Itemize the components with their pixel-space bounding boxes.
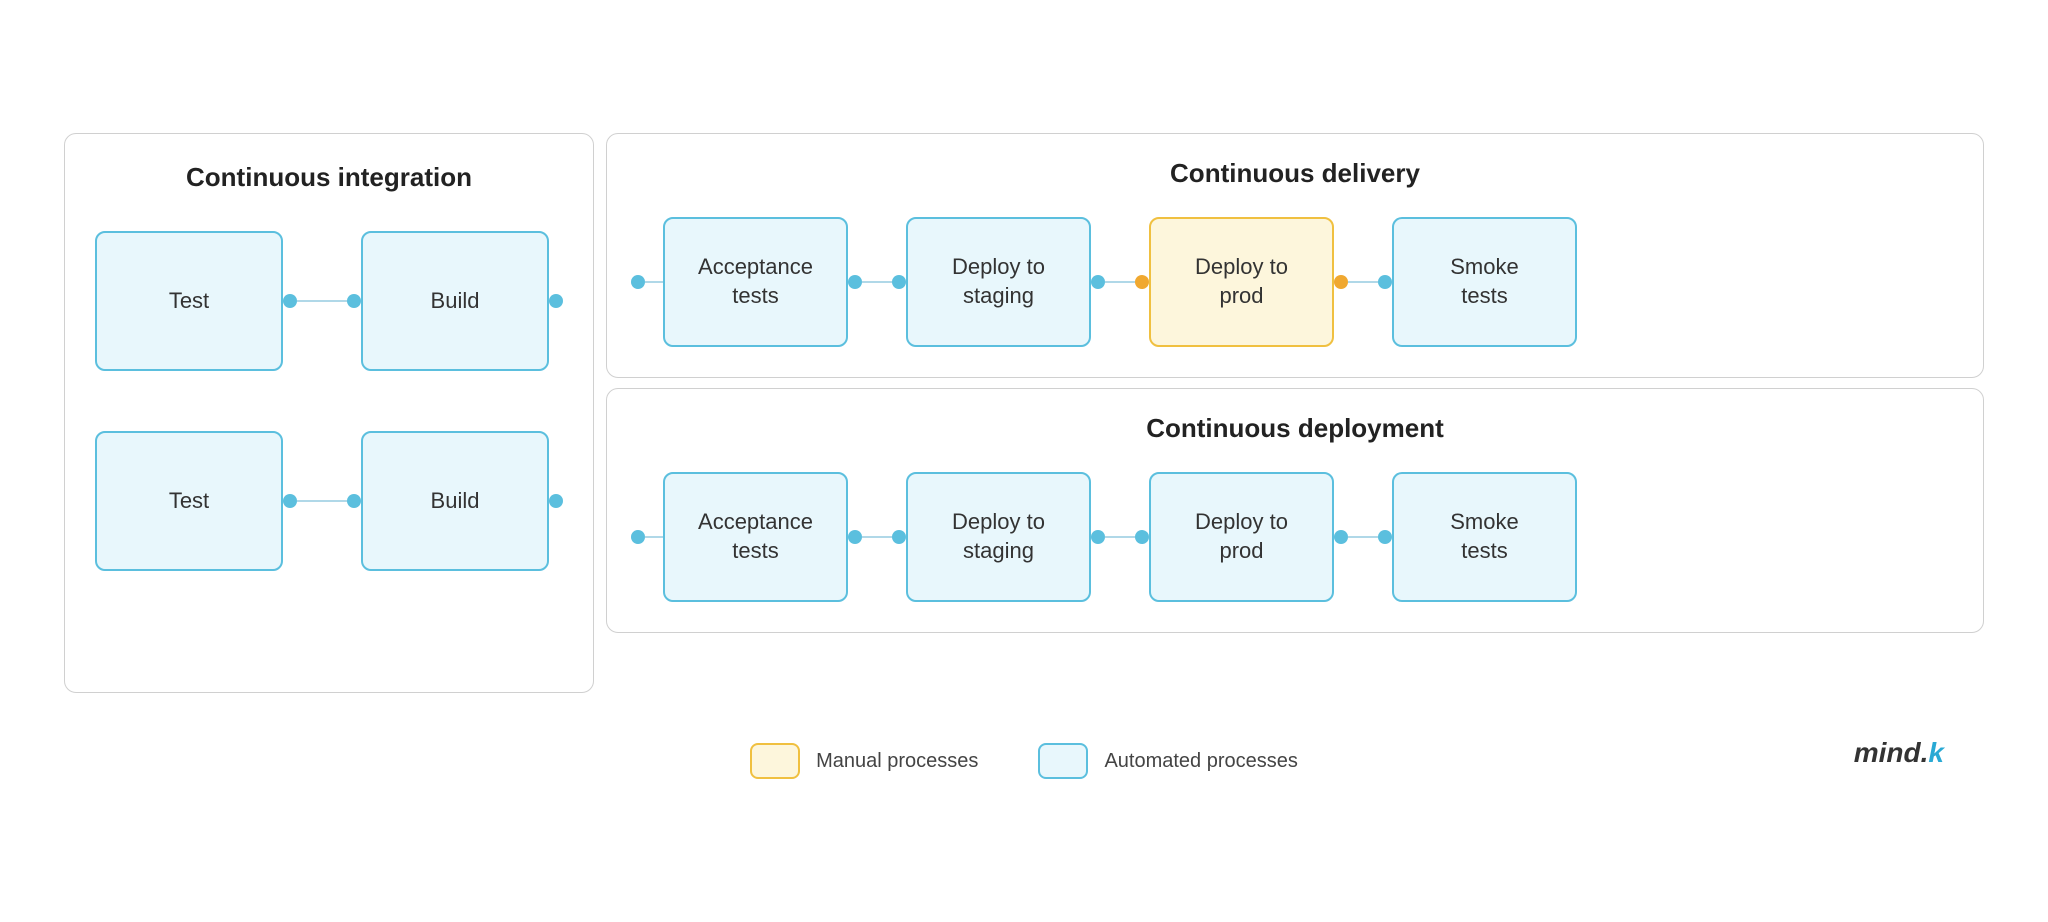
cd-acceptance-stage: Acceptancetests (663, 217, 848, 347)
cd-dot-2 (892, 275, 906, 289)
cd-line-1 (862, 281, 892, 283)
dot-5 (347, 494, 361, 508)
cd-prod-stage: Deploy toprod (1149, 217, 1334, 347)
diagrams-row: Continuous integration Test Build (64, 133, 1984, 693)
ci-connector-1 (283, 294, 361, 308)
ci-pipeline-row-1: Test Build (95, 231, 563, 371)
ci-connector-2 (549, 294, 563, 308)
cdeploy-title: Continuous deployment (631, 413, 1959, 444)
cd-line-2 (1105, 281, 1135, 283)
cd-title: Continuous delivery (631, 158, 1959, 189)
ci-test-stage: Test (95, 231, 283, 371)
cd-staging-stage: Deploy tostaging (906, 217, 1091, 347)
cdeploy-entry (631, 530, 663, 544)
ci-build-stage: Build (361, 231, 549, 371)
brand-logo: mind.k (1854, 737, 1944, 769)
cdeploy-dot-entry (631, 530, 645, 544)
cd-dot-5-orange (1334, 275, 1348, 289)
ci-connector-3 (283, 494, 361, 508)
legend-auto: Automated processes (1038, 743, 1297, 779)
cd-dot-3 (1091, 275, 1105, 289)
cd-dot-4-orange (1135, 275, 1149, 289)
cd-entry (631, 275, 663, 289)
dot-3 (549, 294, 563, 308)
cdeploy-dot-4 (1135, 530, 1149, 544)
cd-line-0 (645, 281, 663, 283)
legend-auto-label: Automated processes (1104, 750, 1297, 773)
main-container: Continuous integration Test Build (64, 133, 1984, 789)
legend: Manual processes Automated processes (750, 743, 1298, 779)
cdeploy-pipeline-row: Acceptancetests Deploy tostaging (631, 472, 1959, 602)
cdeploy-line-2 (1105, 536, 1135, 538)
cdeploy-dot-6 (1378, 530, 1392, 544)
cd-smoke-stage: Smoketests (1392, 217, 1577, 347)
cdeploy-dot-2 (892, 530, 906, 544)
cdeploy-conn-3 (1334, 530, 1392, 544)
ci-title: Continuous integration (95, 162, 563, 193)
cd-dot-1 (848, 275, 862, 289)
legend-auto-box (1038, 743, 1088, 779)
ci-pipeline-row-2: Test Build (95, 431, 563, 571)
ci-section: Continuous integration Test Build (64, 133, 594, 693)
ci-stages: Test Build (95, 231, 563, 571)
legend-manual-box (750, 743, 800, 779)
line-1 (297, 300, 347, 302)
cd-line-3 (1348, 281, 1378, 283)
dot-6 (549, 494, 563, 508)
dot-4 (283, 494, 297, 508)
cd-dot-6 (1378, 275, 1392, 289)
cdeploy-acceptance-stage: Acceptancetests (663, 472, 848, 602)
cd-conn-1 (848, 275, 906, 289)
cdeploy-dot-3 (1091, 530, 1105, 544)
cdeploy-section: Continuous deployment Acceptancetests (606, 388, 1984, 633)
legend-manual: Manual processes (750, 743, 978, 779)
cdeploy-conn-1 (848, 530, 906, 544)
cdeploy-dot-5 (1334, 530, 1348, 544)
cdeploy-line-3 (1348, 536, 1378, 538)
cd-pipeline-row: Acceptancetests Deploy tostaging (631, 217, 1959, 347)
cdeploy-line-1 (862, 536, 892, 538)
right-column: Continuous delivery Acceptancetests (606, 133, 1984, 693)
ci-connector-4 (549, 494, 563, 508)
cd-section: Continuous delivery Acceptancetests (606, 133, 1984, 378)
dot-2 (347, 294, 361, 308)
cdeploy-smoke-stage: Smoketests (1392, 472, 1577, 602)
cd-conn-2 (1091, 275, 1149, 289)
cdeploy-line-0 (645, 536, 663, 538)
cdeploy-dot-1 (848, 530, 862, 544)
ci-test-stage-2: Test (95, 431, 283, 571)
brand-k: k (1928, 737, 1944, 768)
cdeploy-conn-2 (1091, 530, 1149, 544)
legend-manual-label: Manual processes (816, 750, 978, 773)
line-2 (297, 500, 347, 502)
ci-build-stage-2: Build (361, 431, 549, 571)
cd-dot-entry (631, 275, 645, 289)
cdeploy-prod-stage: Deploy toprod (1149, 472, 1334, 602)
dot-1 (283, 294, 297, 308)
cd-conn-3 (1334, 275, 1392, 289)
cdeploy-staging-stage: Deploy tostaging (906, 472, 1091, 602)
